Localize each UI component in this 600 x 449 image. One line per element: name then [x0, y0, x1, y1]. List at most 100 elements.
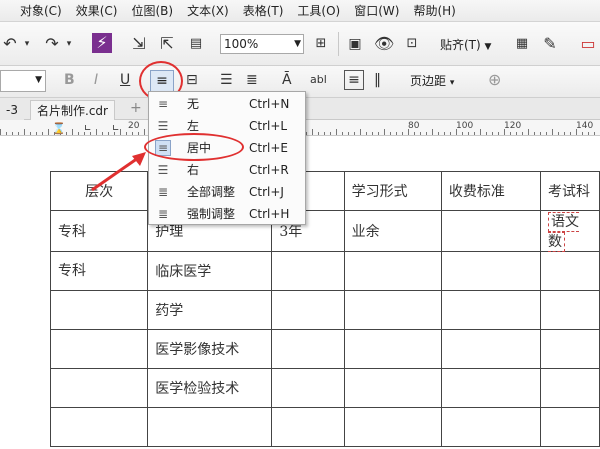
table-cell[interactable]: [540, 290, 600, 330]
selected-text-frame[interactable]: 语文数: [548, 212, 580, 252]
zoom-level-select[interactable]: 100% ▼: [220, 34, 304, 54]
tab-previous[interactable]: -3: [0, 100, 24, 120]
table-cell[interactable]: [540, 368, 600, 408]
add-tab-button[interactable]: +: [130, 100, 142, 116]
menu-object[interactable]: 对象(C): [0, 0, 69, 22]
view-icon[interactable]: 👁: [374, 34, 394, 54]
grid-icon[interactable]: ⊡: [402, 34, 422, 54]
table-cell[interactable]: [271, 368, 345, 408]
table-cell[interactable]: [343, 368, 442, 408]
table-cell[interactable]: [49, 407, 149, 447]
ruler-tick: [6, 132, 7, 135]
table-cell[interactable]: 临床医学: [147, 251, 273, 291]
publish-pdf-icon[interactable]: ▤: [186, 34, 206, 54]
table-cell[interactable]: [271, 251, 345, 291]
ruler-tab-stop[interactable]: ∟: [84, 124, 92, 134]
bold-button[interactable]: B: [64, 71, 75, 89]
table-cell[interactable]: [49, 329, 149, 369]
corel-logo-icon[interactable]: ⚡: [92, 33, 112, 53]
table-cell[interactable]: [440, 251, 542, 291]
menu-item-align-none[interactable]: ≡ 无 Ctrl+N: [149, 93, 305, 115]
vertical-text-icon[interactable]: ‖: [374, 71, 381, 89]
table-cell[interactable]: [440, 368, 542, 408]
table-cell[interactable]: [440, 407, 542, 447]
document-table[interactable]: 层次 制 学习形式 收费标准 考试科 专科 护理 3年 业余 语文数 专科 临床…: [49, 171, 600, 447]
menu-window[interactable]: 窗口(W): [347, 0, 406, 22]
table-cell[interactable]: 考试科: [540, 171, 600, 211]
table-cell[interactable]: [271, 329, 345, 369]
table-cell[interactable]: 专科: [49, 210, 149, 252]
table-cell[interactable]: [540, 251, 600, 291]
ruler-tick: [120, 129, 121, 135]
table-cell[interactable]: [271, 407, 345, 447]
table-cell[interactable]: [343, 329, 442, 369]
margins-dropdown[interactable]: 页边距 ▾: [410, 72, 454, 89]
redo-icon[interactable]: ↷: [44, 34, 60, 54]
import-icon[interactable]: ⇲: [130, 34, 148, 54]
ruler-tab-stop[interactable]: ∟: [112, 124, 120, 134]
ruler-tick: [0, 129, 1, 135]
ruler-indent-marker[interactable]: ⌛: [52, 122, 66, 135]
menu-item-justify-all[interactable]: ≣ 全部调整 Ctrl+J: [149, 181, 305, 203]
table-cell[interactable]: [49, 290, 149, 330]
menu-tools[interactable]: 工具(O): [290, 0, 347, 22]
snap-to-dropdown[interactable]: 贴齐(T) ▼: [440, 36, 491, 53]
ruler-tick: [378, 132, 379, 135]
font-size-select[interactable]: ▼: [0, 70, 46, 92]
menu-table[interactable]: 表格(T): [236, 0, 291, 22]
table-cell[interactable]: 医学影像技术: [147, 329, 273, 369]
table-cell[interactable]: [343, 290, 442, 330]
ruler-tick: [462, 132, 463, 135]
launch-icon[interactable]: ✎: [540, 34, 560, 54]
menu-item-force-justify[interactable]: ≣ 强制调整 Ctrl+H: [149, 203, 305, 225]
menu-help[interactable]: 帮助(H): [406, 0, 462, 22]
undo-dropdown-icon[interactable]: ▾: [22, 34, 32, 54]
full-screen-icon[interactable]: ▣: [346, 34, 364, 54]
annotation-ellipse: [144, 133, 244, 161]
redo-dropdown-icon[interactable]: ▾: [64, 34, 74, 54]
ruler-tick: [24, 129, 25, 135]
table-cell[interactable]: 专科: [49, 251, 149, 291]
menu-text[interactable]: 文本(X): [180, 0, 236, 22]
bullet-list-icon[interactable]: ☰: [220, 71, 233, 89]
options-icon[interactable]: ▦: [512, 34, 532, 54]
table-cell[interactable]: 业余: [343, 210, 442, 252]
horizontal-text-icon[interactable]: ≡: [344, 70, 364, 90]
align-left-icon: ☰: [157, 119, 169, 133]
arrow-shaft: [91, 156, 139, 192]
add-icon[interactable]: ⊕: [488, 71, 501, 89]
align-right-icon: ☰: [157, 163, 169, 177]
menu-effects[interactable]: 效果(C): [69, 0, 125, 22]
ruler-tick: [144, 129, 145, 135]
table-cell[interactable]: 医学检验技术: [147, 368, 273, 408]
table-cell[interactable]: [440, 290, 542, 330]
italic-button[interactable]: I: [94, 71, 98, 89]
table-cell[interactable]: [147, 407, 273, 447]
annotation-arrow: [91, 152, 146, 192]
justify-all-icon: ≣: [157, 185, 169, 199]
drop-cap-icon[interactable]: ≣: [246, 71, 258, 89]
table-cell[interactable]: [440, 329, 542, 369]
table-cell[interactable]: [343, 407, 442, 447]
undo-icon[interactable]: ↶: [2, 34, 18, 54]
table-cell[interactable]: 收费标准: [440, 171, 542, 211]
export-icon[interactable]: ⇱: [158, 34, 176, 54]
welcome-screen-icon[interactable]: ▭: [578, 34, 598, 54]
table-cell[interactable]: [271, 290, 345, 330]
menu-bitmap[interactable]: 位图(B): [125, 0, 181, 22]
table-cell[interactable]: [440, 210, 542, 252]
text-frame-icon[interactable]: ⊟: [186, 71, 198, 89]
table-cell[interactable]: 学习形式: [343, 171, 442, 211]
zoom-fit-icon[interactable]: ⊞: [312, 34, 330, 54]
menu-item-align-right[interactable]: ☰ 右 Ctrl+R: [149, 159, 305, 181]
table-cell[interactable]: 药学: [147, 290, 273, 330]
table-cell[interactable]: [343, 251, 442, 291]
tab-business-card[interactable]: 名片制作.cdr: [30, 100, 115, 120]
table-cell[interactable]: [540, 329, 600, 369]
table-cell[interactable]: 语文数: [540, 210, 600, 252]
table-cell[interactable]: [540, 407, 600, 447]
table-cell[interactable]: [49, 368, 149, 408]
text-properties-icon[interactable]: Ā: [282, 71, 292, 89]
edit-text-button[interactable]: abl: [310, 71, 327, 89]
underline-button[interactable]: U: [120, 71, 130, 89]
